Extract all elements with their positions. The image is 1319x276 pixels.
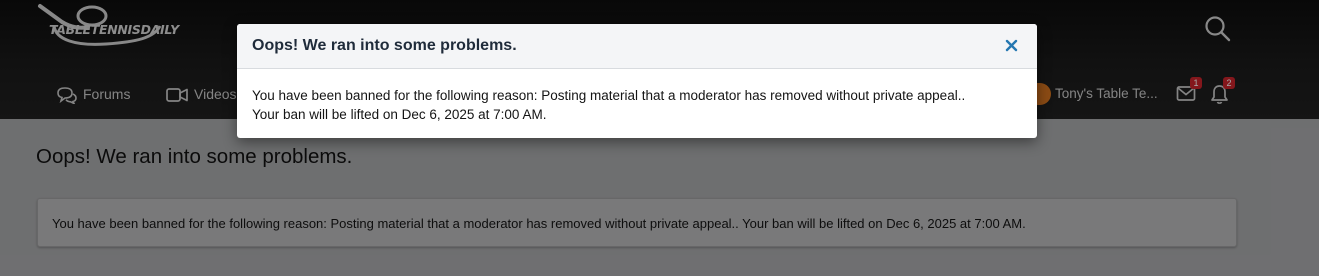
close-icon[interactable] (1004, 38, 1019, 53)
modal-ban-reason: You have been banned for the following r… (252, 88, 966, 103)
modal-title: Oops! We ran into some problems. (252, 37, 517, 54)
error-modal: Oops! We ran into some problems. You hav… (237, 24, 1037, 138)
modal-header: Oops! We ran into some problems. (237, 24, 1037, 69)
modal-body: You have been banned for the following r… (252, 86, 965, 124)
modal-ban-expiry: Your ban will be lifted on Dec 6, 2025 a… (252, 107, 547, 122)
